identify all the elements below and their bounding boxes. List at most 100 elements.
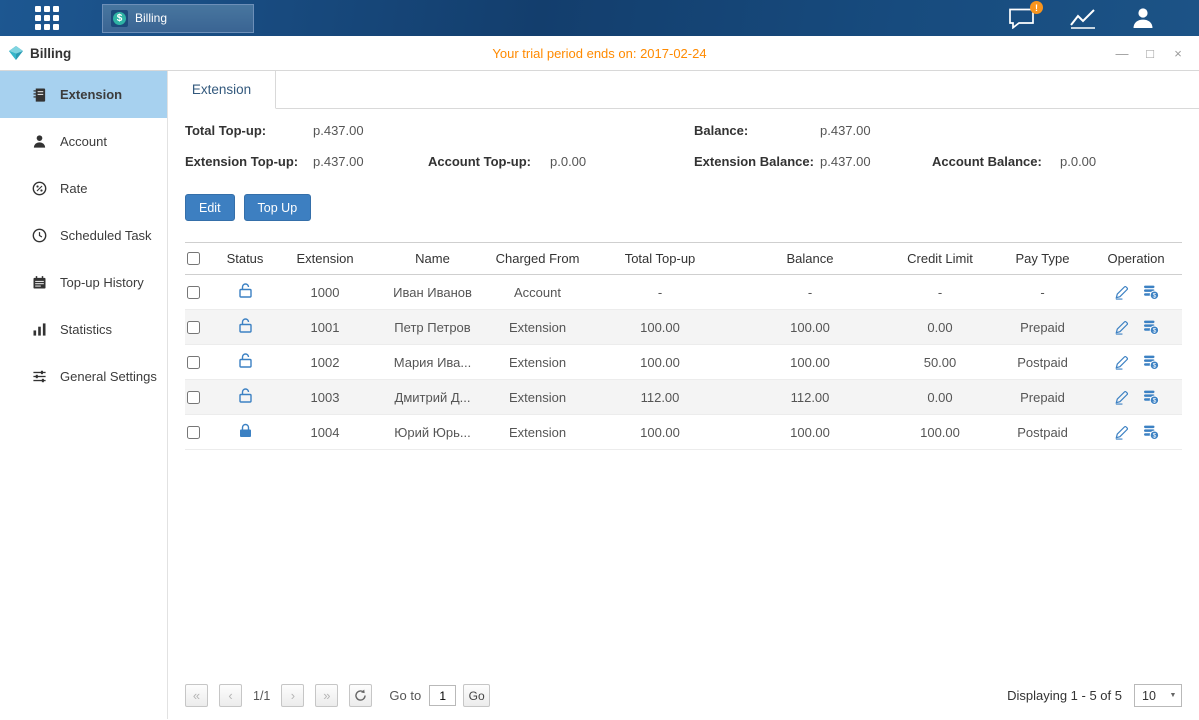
svg-text:$: $ bbox=[1152, 293, 1156, 300]
topup-icon[interactable]: $ bbox=[1143, 319, 1159, 335]
refresh-button[interactable] bbox=[349, 684, 372, 707]
row-checkbox[interactable] bbox=[187, 286, 200, 299]
tab-strip: Extension bbox=[168, 71, 1199, 109]
page-size-value: 10 bbox=[1135, 689, 1165, 703]
window-controls: — □ × bbox=[1115, 46, 1199, 61]
table-row: 1004 Юрий Юрь... Extension 100.00 100.00… bbox=[185, 415, 1182, 450]
total-topup-cell: - bbox=[585, 285, 735, 300]
goto-page-input[interactable] bbox=[429, 685, 456, 706]
sidebar-item-general-settings[interactable]: General Settings bbox=[0, 353, 167, 400]
row-checkbox[interactable] bbox=[187, 391, 200, 404]
sidebar-item-label: Top-up History bbox=[60, 275, 144, 290]
window-title: Billing bbox=[0, 45, 71, 61]
prev-page-button[interactable]: ‹ bbox=[219, 684, 242, 707]
topup-icon[interactable]: $ bbox=[1143, 389, 1159, 405]
operation-cell: $ bbox=[1090, 389, 1182, 405]
row-checkbox[interactable] bbox=[187, 356, 200, 369]
topup-icon[interactable]: $ bbox=[1143, 354, 1159, 370]
sidebar-item-topup-history[interactable]: Top-up History bbox=[0, 259, 167, 306]
edit-button[interactable]: Edit bbox=[185, 194, 235, 221]
balance-value: p.437.00 bbox=[820, 123, 871, 138]
extension-icon bbox=[31, 87, 47, 103]
row-checkbox[interactable] bbox=[187, 321, 200, 334]
name-cell: Иван Иванов bbox=[375, 285, 490, 300]
tab-extension-label: Extension bbox=[192, 82, 251, 97]
tab-extension[interactable]: Extension bbox=[168, 71, 276, 109]
lock-open-icon bbox=[239, 318, 252, 336]
header-pay-type: Pay Type bbox=[995, 251, 1090, 266]
maximize-button[interactable]: □ bbox=[1143, 46, 1157, 61]
total-topup-cell: 112.00 bbox=[585, 390, 735, 405]
table-row: 1001 Петр Петров Extension 100.00 100.00… bbox=[185, 310, 1182, 345]
user-account-icon[interactable] bbox=[1131, 6, 1155, 30]
name-cell: Юрий Юрь... bbox=[375, 425, 490, 440]
operation-cell: $ bbox=[1090, 284, 1182, 300]
sidebar-item-label: Scheduled Task bbox=[60, 228, 152, 243]
header-credit-limit: Credit Limit bbox=[885, 251, 995, 266]
minimize-button[interactable]: — bbox=[1115, 46, 1129, 61]
pay-type-cell: Prepaid bbox=[995, 320, 1090, 335]
clock-icon bbox=[31, 228, 47, 243]
credit-limit-cell: 50.00 bbox=[885, 355, 995, 370]
extension-cell: 1003 bbox=[275, 390, 375, 405]
select-all-checkbox[interactable] bbox=[187, 252, 200, 265]
close-button[interactable]: × bbox=[1171, 46, 1185, 61]
extension-balance-label: Extension Balance: bbox=[694, 154, 820, 169]
edit-icon[interactable] bbox=[1114, 425, 1129, 440]
displaying-text: Displaying 1 - 5 of 5 bbox=[1007, 688, 1122, 703]
sidebar-item-rate[interactable]: Rate bbox=[0, 165, 167, 212]
sidebar: Extension Account Rate bbox=[0, 71, 168, 719]
first-page-button[interactable]: « bbox=[185, 684, 208, 707]
sidebar-item-account[interactable]: Account bbox=[0, 118, 167, 165]
sidebar-item-extension[interactable]: Extension bbox=[0, 71, 167, 118]
sidebar-item-scheduled-task[interactable]: Scheduled Task bbox=[0, 212, 167, 259]
balance-cell: 100.00 bbox=[735, 355, 885, 370]
apps-grid-icon[interactable] bbox=[34, 5, 60, 31]
last-page-button[interactable]: » bbox=[315, 684, 338, 707]
chevron-down-icon: ▼ bbox=[1165, 692, 1181, 699]
sidebar-item-label: General Settings bbox=[60, 369, 157, 384]
name-cell: Мария Ива... bbox=[375, 355, 490, 370]
extension-balance-value: p.437.00 bbox=[820, 154, 871, 169]
bar-chart-icon bbox=[31, 322, 47, 337]
billing-dollar-icon: $ bbox=[111, 10, 128, 27]
top-app-bar: $ Billing ! bbox=[0, 0, 1199, 36]
status-cell bbox=[215, 283, 275, 301]
edit-icon[interactable] bbox=[1114, 355, 1129, 370]
summary-row-2: Extension Top-up:p.437.00 Account Top-up… bbox=[185, 146, 1182, 177]
balance-cell: 100.00 bbox=[735, 320, 885, 335]
trial-notice: Your trial period ends on: 2017-02-24 bbox=[0, 46, 1199, 61]
edit-icon[interactable] bbox=[1114, 390, 1129, 405]
next-page-button[interactable]: › bbox=[281, 684, 304, 707]
edit-icon[interactable] bbox=[1114, 320, 1129, 335]
charged-from-cell: Extension bbox=[490, 355, 585, 370]
table-row: 1002 Мария Ива... Extension 100.00 100.0… bbox=[185, 345, 1182, 380]
row-checkbox[interactable] bbox=[187, 426, 200, 439]
table-row: 1000 Иван Иванов Account - - - - $ bbox=[185, 275, 1182, 310]
top-up-button[interactable]: Top Up bbox=[244, 194, 312, 221]
sidebar-item-label: Extension bbox=[60, 87, 122, 102]
notification-badge: ! bbox=[1030, 1, 1043, 14]
table-row: 1003 Дмитрий Д... Extension 112.00 112.0… bbox=[185, 380, 1182, 415]
topup-icon[interactable]: $ bbox=[1143, 284, 1159, 300]
svg-text:$: $ bbox=[1152, 398, 1156, 405]
edit-icon[interactable] bbox=[1114, 285, 1129, 300]
total-topup-label: Total Top-up: bbox=[185, 123, 313, 138]
extension-cell: 1000 bbox=[275, 285, 375, 300]
account-balance-label: Account Balance: bbox=[932, 154, 1060, 169]
resource-monitor-icon[interactable] bbox=[1069, 7, 1097, 29]
grid-icon-glyph bbox=[34, 5, 60, 31]
calendar-icon bbox=[31, 275, 47, 290]
topup-icon[interactable]: $ bbox=[1143, 424, 1159, 440]
go-button[interactable]: Go bbox=[463, 684, 490, 707]
name-cell: Петр Петров bbox=[375, 320, 490, 335]
billing-app-tab[interactable]: $ Billing bbox=[102, 4, 254, 33]
sidebar-item-statistics[interactable]: Statistics bbox=[0, 306, 167, 353]
svg-text:$: $ bbox=[1152, 433, 1156, 440]
sidebar-item-label: Rate bbox=[60, 181, 87, 196]
notifications-icon[interactable]: ! bbox=[1008, 7, 1035, 29]
status-cell bbox=[215, 318, 275, 336]
app-shell: Extension Account Rate bbox=[0, 71, 1199, 719]
page-size-select[interactable]: 10 ▼ bbox=[1134, 684, 1182, 707]
status-cell bbox=[215, 388, 275, 406]
